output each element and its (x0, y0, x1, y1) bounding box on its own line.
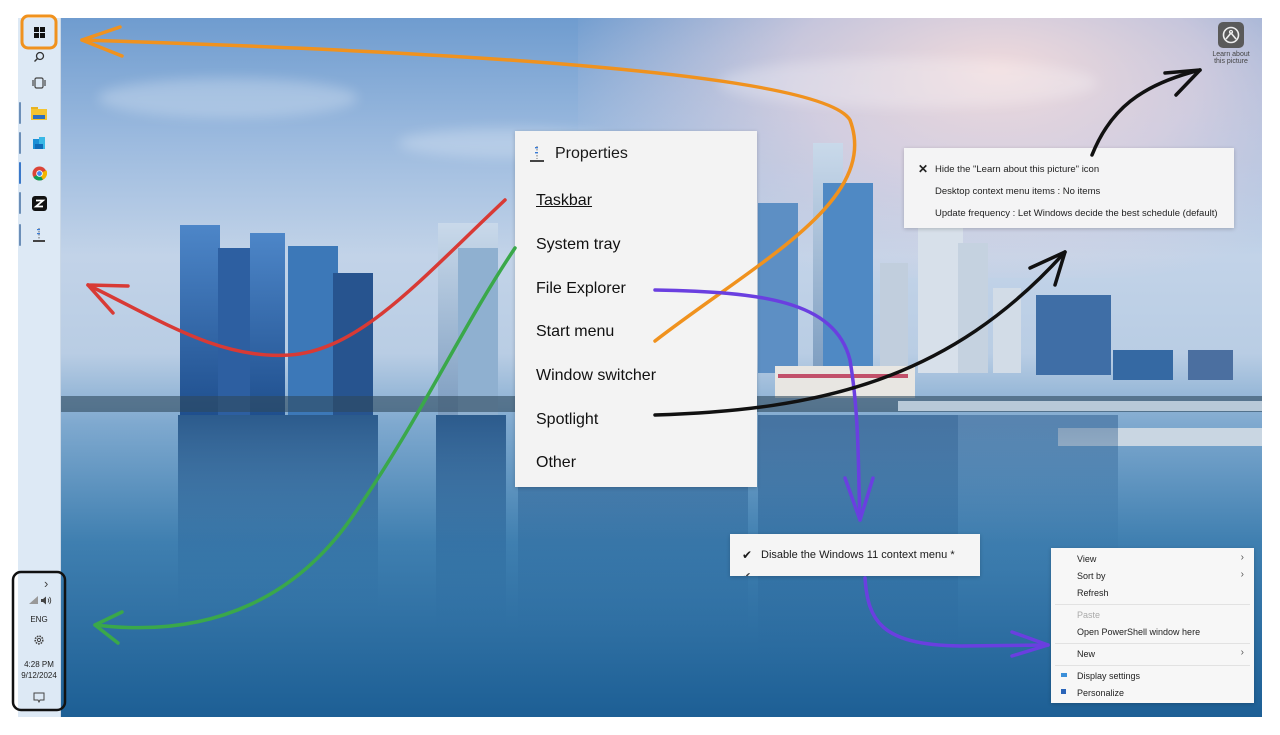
chevron-right-icon: › (1240, 552, 1244, 563)
check-icon: ✔ (742, 548, 753, 562)
option-disable-win11-context-menu[interactable]: Disable the Windows 11 context menu * (761, 549, 955, 561)
chevron-right-icon: › (1240, 647, 1244, 658)
network-icon (29, 596, 38, 604)
chevron-right-icon: › (1240, 569, 1244, 580)
chrome-icon (31, 165, 47, 181)
system-tray: › ENG 4:28 PM 9/12/2024 (18, 574, 60, 714)
store-button[interactable] (18, 129, 60, 157)
folder-icon (31, 107, 47, 120)
spotlight-options-panel: ✕ Hide the "Learn about this picture" ic… (904, 148, 1234, 228)
menu-item-file-explorer[interactable]: File Explorer (536, 280, 626, 298)
menu-item-window-switcher[interactable]: Window switcher (536, 367, 656, 385)
network-volume-group[interactable] (29, 596, 52, 605)
display-settings-icon (1061, 673, 1067, 677)
option-hide-learn-icon[interactable]: Hide the "Learn about this picture" icon (935, 164, 1099, 175)
properties-icon (530, 146, 544, 162)
ctx-item-personalize[interactable]: Personalize (1077, 688, 1124, 698)
ctx-item-refresh[interactable]: Refresh (1077, 588, 1109, 598)
separator (1055, 665, 1250, 666)
gear-icon (34, 635, 44, 645)
learn-picture-icon (1218, 22, 1244, 48)
properties-menu: Properties Taskbar System tray File Expl… (515, 131, 757, 487)
ctx-item-open-powershell[interactable]: Open PowerShell window here (1077, 627, 1200, 637)
properties-icon (33, 228, 45, 242)
desktop-context-menu: View › Sort by › Refresh Paste Open Powe… (1051, 548, 1254, 703)
menu-item-other[interactable]: Other (536, 454, 576, 472)
task-view-icon (32, 77, 46, 89)
properties-title: Properties (555, 145, 628, 162)
ctx-item-new[interactable]: New (1077, 649, 1095, 659)
notification-icon (33, 692, 45, 704)
ctx-item-view[interactable]: View (1077, 554, 1096, 564)
start-button[interactable] (18, 18, 60, 46)
tray-expand-button[interactable]: › (44, 576, 48, 591)
option-update-frequency[interactable]: Update frequency : Let Windows decide th… (935, 208, 1218, 219)
option-desktop-context-items[interactable]: Desktop context menu items : No items (935, 186, 1100, 197)
clipped-option: ✔ (742, 570, 942, 576)
search-icon (34, 51, 45, 62)
search-button[interactable] (18, 43, 60, 71)
volume-icon (41, 596, 52, 605)
chrome-button[interactable] (18, 159, 60, 187)
separator (1055, 643, 1250, 644)
file-explorer-options-panel: ✔ Disable the Windows 11 context menu * … (730, 534, 980, 576)
ctx-item-paste: Paste (1077, 610, 1101, 620)
ctx-item-display-settings[interactable]: Display settings (1077, 671, 1140, 681)
menu-item-system-tray[interactable]: System tray (536, 236, 620, 254)
z-app-button[interactable] (18, 189, 60, 217)
personalize-icon (1061, 689, 1066, 694)
learn-picture-label-2: this picture (1214, 58, 1248, 65)
clock-date[interactable]: 9/12/2024 (18, 671, 60, 680)
properties-header: Properties (529, 145, 628, 163)
menu-item-taskbar[interactable]: Taskbar (536, 192, 592, 210)
learn-about-picture-button[interactable]: Learn about this picture (1206, 22, 1256, 65)
notifications-button[interactable] (33, 692, 45, 705)
clock-time[interactable]: 4:28 PM (18, 660, 60, 669)
z-app-icon (31, 195, 47, 211)
file-explorer-button[interactable] (18, 99, 60, 127)
close-icon[interactable]: ✕ (918, 162, 928, 176)
language-indicator[interactable]: ENG (18, 615, 60, 624)
menu-item-start-menu[interactable]: Start menu (536, 323, 614, 341)
store-icon (33, 137, 45, 149)
separator (1055, 604, 1250, 605)
windows-icon (33, 26, 45, 38)
properties-app-button[interactable] (18, 221, 60, 249)
menu-item-spotlight[interactable]: Spotlight (536, 411, 598, 429)
settings-button[interactable] (33, 634, 45, 648)
ctx-item-sort-by[interactable]: Sort by (1077, 571, 1106, 581)
task-view-button[interactable] (18, 69, 60, 97)
learn-picture-label-1: Learn about (1212, 51, 1250, 58)
